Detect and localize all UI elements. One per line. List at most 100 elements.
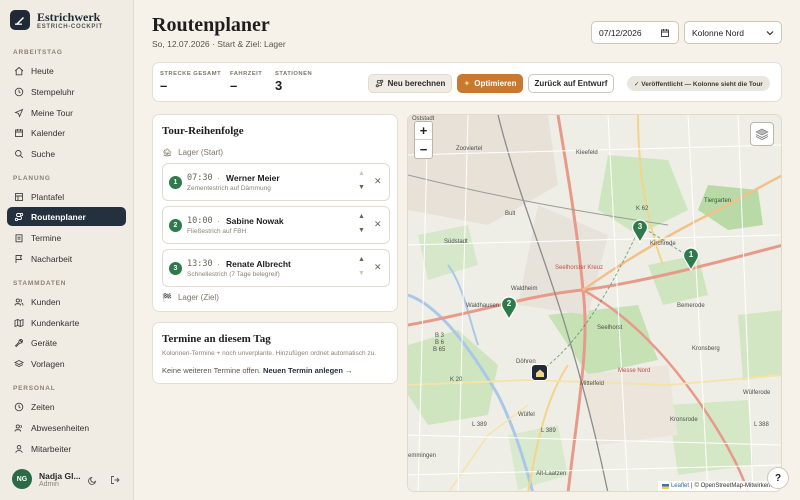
layers-button[interactable] xyxy=(750,122,774,146)
sidebar-item-kunden[interactable]: Kunden xyxy=(7,292,126,311)
zoom-in-button[interactable]: + xyxy=(415,122,432,140)
crew-select[interactable]: Kolonne Nord xyxy=(684,21,782,44)
sidebar-item-suche[interactable]: Suche xyxy=(7,144,126,163)
move-up-icon[interactable]: ▲ xyxy=(358,170,365,177)
sidebar-item-stempeluhr[interactable]: Stempeluhr xyxy=(7,82,126,101)
map-label: Tiergarten xyxy=(704,198,732,204)
sidebar-item-kalender[interactable]: Kalender xyxy=(7,123,126,142)
sidebar-item-plantafel[interactable]: Plantafel xyxy=(7,187,126,206)
sidebar-item-vorlagen[interactable]: Vorlagen xyxy=(7,354,126,373)
sidebar-item-zeiten[interactable]: Zeiten xyxy=(7,397,126,416)
map-label: Kronsrode xyxy=(670,417,698,423)
stat-distance-label: STRECKE GESAMT xyxy=(160,71,222,77)
tour-start: 🏚 Lager (Start) xyxy=(162,148,223,157)
moon-icon[interactable] xyxy=(88,475,98,485)
stop-time: 07:30 xyxy=(187,173,213,183)
sidebar-item-kundenkarte[interactable]: Kundenkarte xyxy=(7,313,126,332)
stop-separator: · xyxy=(217,173,220,183)
sidebar-item-label: Kunden xyxy=(31,296,61,307)
appointments-empty: Keine weiteren Termine offen. Neuen Term… xyxy=(162,366,353,375)
tour-title: Tour-Reihenfolge xyxy=(162,125,244,137)
wrench-icon xyxy=(14,338,23,347)
stop-name: Renate Albrecht xyxy=(226,259,291,269)
map-label: Waldhausen xyxy=(466,303,500,309)
brand[interactable]: Estrichwerk ESTRICH-COCKPIT xyxy=(10,10,103,30)
sidebar-item-label: Routenplaner xyxy=(31,211,86,222)
optimize-label: Optimieren xyxy=(474,79,517,88)
map-label: B 6 xyxy=(435,340,445,346)
section-planung: PLANUNG xyxy=(13,175,51,182)
warehouse-icon: 🏚 xyxy=(162,148,173,157)
tour-stop[interactable]: 1 07:30 · Werner Meier Zementestrich auf… xyxy=(162,163,390,201)
chevron-down-icon xyxy=(766,31,774,36)
trowel-logo-icon xyxy=(10,10,30,30)
tour-stop[interactable]: 2 10:00 · Sabine Nowak Fließestrich auf … xyxy=(162,206,390,244)
stop-time: 10:00 xyxy=(187,216,213,226)
layers-icon xyxy=(755,128,769,140)
move-up-icon[interactable]: ▲ xyxy=(358,256,365,263)
sidebar-item-label: Plantafel xyxy=(31,191,65,202)
map-label: Wülferode xyxy=(743,390,771,396)
board-icon xyxy=(15,192,23,201)
stop-description: Zementestrich auf Dämmung xyxy=(187,185,271,192)
map-label: Wülfel xyxy=(518,412,535,418)
sidebar-item-abwesenheiten[interactable]: Abwesenheiten xyxy=(7,418,126,437)
map-label: L 388 xyxy=(754,422,769,428)
sidebar-item-label: Suche xyxy=(31,148,56,159)
map-label: Messe Nord xyxy=(618,368,651,374)
calendar-icon[interactable] xyxy=(660,28,670,38)
move-up-icon[interactable]: ▲ xyxy=(358,213,365,220)
route-marker-1[interactable]: 1 xyxy=(682,247,700,273)
sidebar-item-mitarbeiter[interactable]: Mitarbeiter xyxy=(7,439,126,458)
clipboard-icon xyxy=(15,233,23,242)
new-appointment-link[interactable]: Neuen Termin anlegen → xyxy=(263,366,352,375)
back-to-draft-button[interactable]: Zurück auf Entwurf xyxy=(528,74,614,93)
remove-icon[interactable]: ✕ xyxy=(374,219,382,230)
sidebar-item-nacharbeit[interactable]: Nacharbeit xyxy=(7,249,126,268)
date-input[interactable]: 07/12/2026 xyxy=(591,21,679,44)
map-icon xyxy=(14,318,24,327)
recalculate-button[interactable]: Neu berechnen xyxy=(368,74,452,93)
section-personal: PERSONAL xyxy=(13,385,56,392)
route-marker-3[interactable]: 3 xyxy=(631,219,649,245)
map-tiles xyxy=(408,115,781,491)
sidebar-item-label: Stempeluhr xyxy=(31,86,75,97)
sidebar-item-heute[interactable]: Heute xyxy=(7,61,126,80)
person-icon xyxy=(15,444,23,453)
tour-end-label: Lager (Ziel) xyxy=(177,293,219,302)
stop-name: Werner Meier xyxy=(226,173,280,183)
brand-subtitle: ESTRICH-COCKPIT xyxy=(37,23,103,30)
sidebar-item-label: Termine xyxy=(31,232,62,243)
route-marker-2[interactable]: 2 xyxy=(500,296,518,322)
move-down-icon[interactable]: ▼ xyxy=(358,270,365,277)
logout-icon[interactable] xyxy=(110,475,120,485)
map-label: Kronsberg xyxy=(692,346,720,352)
map-label: L 389 xyxy=(472,422,487,428)
people-icon xyxy=(14,423,22,432)
sidebar-item-routenplaner[interactable]: Routenplaner xyxy=(7,207,126,226)
leaflet-link[interactable]: Leaflet xyxy=(671,483,689,489)
osm-attribution[interactable]: © OpenStreetMap-Mitwirkende xyxy=(695,483,777,489)
user-profile[interactable]: NG Nadja Gl... Admin xyxy=(12,469,81,489)
sidebar-item-label: Abwesenheiten xyxy=(31,422,90,433)
marker-number: 2 xyxy=(506,299,512,308)
ukraine-flag-icon xyxy=(661,483,669,489)
stat-time-label: FAHRZEIT xyxy=(230,71,263,77)
route-map[interactable]: Oststadt Zooviertel Kleefeld Tiergarten … xyxy=(407,114,782,492)
remove-icon[interactable]: ✕ xyxy=(374,262,382,273)
sidebar-item-geraete[interactable]: Geräte xyxy=(7,333,126,352)
help-button[interactable]: ? xyxy=(767,467,789,489)
tour-stop[interactable]: 3 13:30 · Renate Albrecht Schnellestrich… xyxy=(162,249,390,287)
move-down-icon[interactable]: ▼ xyxy=(358,227,365,234)
sidebar-item-meine-tour[interactable]: Meine Tour xyxy=(7,103,126,122)
stat-distance: STRECKE GESAMT – xyxy=(160,71,221,93)
brand-name: Estrichwerk xyxy=(37,9,101,24)
stop-separator: · xyxy=(217,259,220,269)
sparkle-icon: ✦ xyxy=(463,79,471,88)
remove-icon[interactable]: ✕ xyxy=(374,176,382,187)
zoom-out-button[interactable]: − xyxy=(415,140,432,158)
move-down-icon[interactable]: ▼ xyxy=(358,184,365,191)
sidebar-item-termine[interactable]: Termine xyxy=(7,228,126,247)
optimize-button[interactable]: ✦ Optimieren xyxy=(457,74,523,93)
warehouse-marker[interactable] xyxy=(531,364,548,381)
